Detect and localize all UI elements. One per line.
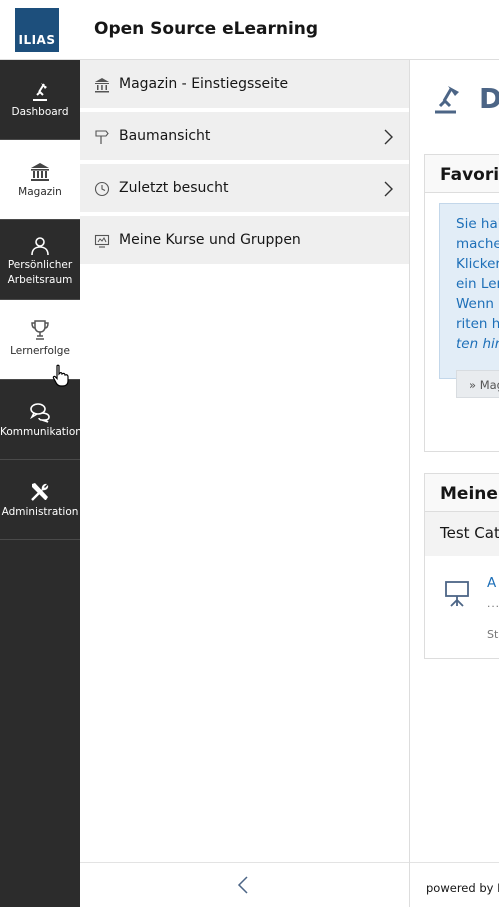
courses-title: Meine: [425, 474, 499, 512]
mainbar-item-persoenlicher-arbeitsraum[interactable]: Persönlicher Arbeitsraum: [0, 220, 80, 300]
slate-label: Magazin - Einstiegsseite: [119, 76, 289, 92]
user-icon: [31, 237, 49, 256]
mainbar-item-administration[interactable]: Administration: [0, 460, 80, 540]
clock-icon: [94, 181, 110, 197]
page-title: D: [479, 82, 499, 115]
mainbar-label-persoenlicher-2: Arbeitsraum: [7, 274, 73, 286]
info-line: riten h: [456, 316, 499, 332]
favorites-info-box: Sie hab mache Klicker ein Ler Wenn S rit…: [439, 203, 499, 398]
favorites-info-text: Sie hab mache Klicker ein Ler Wenn S rit…: [456, 214, 499, 354]
page-footer: powered by I: [410, 862, 499, 907]
tools-icon: [31, 483, 49, 501]
collapse-slate-icon[interactable]: [237, 875, 249, 895]
mainbar-item-kommunikation[interactable]: Kommunikation: [0, 380, 82, 460]
info-line-italic: ten hin: [456, 336, 499, 352]
museum-icon: [95, 78, 109, 93]
slate-panel: Magazin - Einstiegsseite Baumansicht Zul…: [80, 60, 410, 907]
courses-panel: Meine Test Cat A ... Sta: [424, 473, 499, 659]
slate-label: Baumansicht: [119, 128, 211, 144]
mainbar-label-magazin: Magazin: [18, 186, 62, 198]
trophy-icon: [31, 320, 49, 340]
dashboard-icon: [33, 83, 47, 101]
app-title: Open Source eLearning: [94, 19, 319, 39]
signpost-icon: [95, 130, 109, 144]
slate-footer: [80, 862, 409, 907]
mainbar-label-lernerfolge: Lernerfolge: [10, 345, 70, 357]
course-item-title[interactable]: A: [487, 575, 496, 591]
info-line: Klicker: [456, 256, 499, 272]
favorites-title: Favorit: [425, 155, 499, 193]
slate-item-meine-kurse-und-gruppen[interactable]: Meine Kurse und Gruppen: [80, 216, 409, 266]
slate-item-magazin-einstiegsseite[interactable]: Magazin - Einstiegsseite: [80, 60, 409, 110]
mainbar-label-persoenlicher-1: Persönlicher: [7, 259, 73, 271]
logo-text: ILIAS: [18, 33, 56, 47]
info-line: ein Ler: [456, 276, 499, 292]
slate-label: Zuletzt besucht: [119, 180, 229, 196]
chevron-right-icon: [384, 181, 393, 197]
slate-item-baumansicht[interactable]: Baumansicht: [80, 112, 409, 162]
museum-icon: [31, 163, 49, 181]
dashboard-icon: [435, 86, 459, 114]
mainbar-label-administration: Administration: [1, 506, 79, 518]
mainbar-item-dashboard[interactable]: Dashboard: [0, 60, 80, 140]
mainbar-item-magazin[interactable]: Magazin: [0, 140, 80, 220]
powered-by-text: powered by I: [426, 881, 499, 895]
main-content: D Favorit Sie hab mache Klicker ein Ler …: [410, 60, 499, 907]
mainbar-label-kommunikation: Kommunikation: [0, 426, 82, 438]
mainbar-label-dashboard: Dashboard: [11, 106, 69, 118]
favorites-panel: Favorit Sie hab mache Klicker ein Ler We…: [424, 154, 499, 452]
info-line: mache: [456, 236, 499, 252]
screen-icon: [94, 234, 110, 248]
ilias-logo[interactable]: ILIAS: [15, 8, 59, 52]
course-item-actions[interactable]: ...: [487, 596, 499, 610]
category-heading: Test Cat: [425, 512, 499, 556]
course-item-status: Sta: [487, 628, 499, 641]
slate-item-zuletzt-besucht[interactable]: Zuletzt besucht: [80, 164, 409, 214]
slate-label: Meine Kurse und Gruppen: [119, 232, 301, 248]
info-line: Wenn S: [456, 296, 499, 312]
header: ILIAS Open Source eLearning: [0, 0, 499, 60]
magazin-button[interactable]: » Mag: [456, 370, 499, 398]
chevron-right-icon: [384, 129, 393, 145]
chat-bubbles-icon: [30, 403, 50, 423]
info-line: Sie hab: [456, 216, 499, 232]
hand-cursor-icon: [52, 364, 69, 387]
course-presentation-icon: [445, 581, 469, 607]
mainbar: Dashboard Magazin Persönlicher Arbeitsra…: [0, 60, 82, 907]
